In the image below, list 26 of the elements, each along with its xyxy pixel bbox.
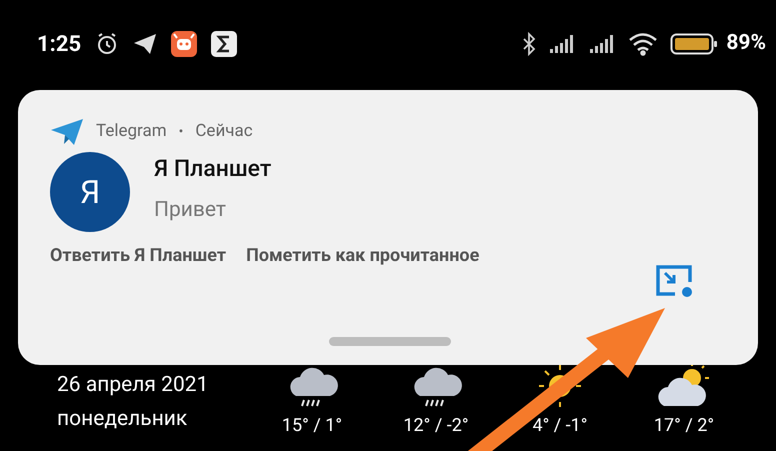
app-name: Telegram [96,120,167,144]
date-text: 26 апреля 2021 [57,372,210,399]
sender-name: Я Планшет [154,154,272,184]
action-button[interactable]: Ответить Я Планшет [50,242,226,269]
action-button[interactable]: Пометить как прочитанное [246,242,480,269]
forecast-temperatures: 12° / -2° [403,414,469,438]
message-text: Привет [154,196,228,224]
paper-plane-icon [50,118,84,146]
drag-handle[interactable] [329,337,451,346]
sigma-app-icon [211,31,238,57]
clock-time: 1:25 [37,30,82,58]
battery-icon [670,32,718,56]
paper-plane-icon [133,33,158,55]
forecast-temperatures: 15° / 1° [282,414,342,438]
bluetooth-icon [522,32,536,56]
notification-time: Сейчас [195,120,253,144]
app-icon [171,31,198,57]
battery-percent: 89% [726,30,766,58]
forecast-temperatures: 4° / -1° [532,414,588,438]
weekday-text: понедельник [57,406,188,432]
avatar: Я [50,152,130,232]
forecast-temperatures: 17° / 2° [654,414,714,438]
separator-dot: • [178,122,184,142]
picture-in-picture-icon[interactable] [655,264,695,298]
wifi-icon [628,32,658,56]
notification-card[interactable]: Telegram • Сейчас Я Я Планшет Привет Ответить Я Планшет Пометить как прочитанное [18,90,758,365]
